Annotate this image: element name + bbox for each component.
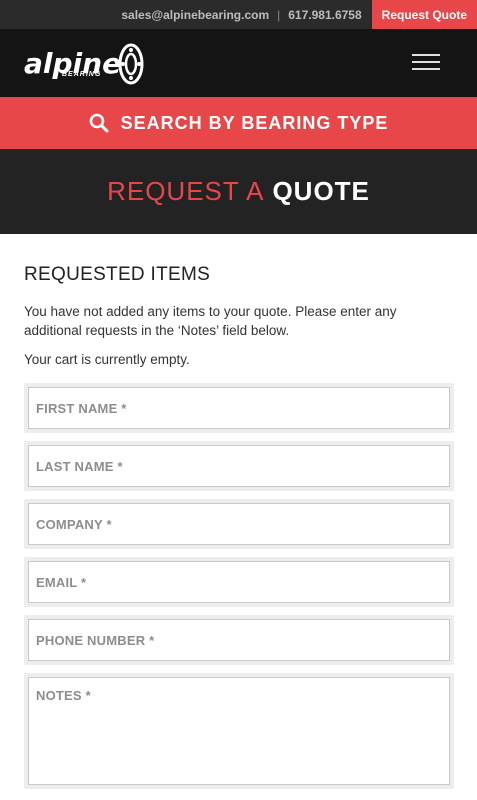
contact-separator: | (277, 7, 281, 22)
hamburger-menu-icon[interactable] (412, 54, 440, 72)
last-name-input[interactable]: LAST NAME * (28, 445, 450, 487)
company-field-wrap: COMPANY * (24, 499, 454, 549)
logo-subtitle: BEARING (62, 71, 102, 78)
page-title-band: REQUEST A QUOTE (0, 149, 477, 234)
search-icon (89, 113, 109, 133)
hamburger-line (412, 68, 440, 70)
email-field-wrap: EMAIL * (24, 557, 454, 607)
phone-link[interactable]: 617.981.6758 (288, 8, 361, 22)
company-placeholder: COMPANY * (36, 516, 112, 532)
request-quote-button[interactable]: Request Quote (371, 0, 477, 29)
notes-textarea[interactable]: NOTES * (28, 677, 450, 785)
notes-field-wrap: NOTES * (24, 673, 454, 789)
last-name-placeholder: LAST NAME * (36, 458, 123, 474)
hamburger-line (412, 54, 440, 56)
empty-quote-notice: You have not added any items to your quo… (24, 304, 397, 338)
main-content: REQUESTED ITEMS You have not added any i… (24, 234, 454, 789)
site-header: alpine BEARING (0, 29, 477, 97)
last-name-field-wrap: LAST NAME * (24, 441, 454, 491)
email-input[interactable]: EMAIL * (28, 561, 450, 603)
email-placeholder: EMAIL * (36, 574, 87, 590)
first-name-input[interactable]: FIRST NAME * (28, 387, 450, 429)
requested-items-heading: REQUESTED ITEMS (24, 264, 211, 285)
search-banner-label: SEARCH BY BEARING TYPE (120, 112, 389, 133)
bearing-icon (118, 43, 144, 85)
top-utility-bar: sales@alpinebearing.com | 617.981.6758 R… (0, 0, 477, 29)
phone-field-wrap: PHONE NUMBER * (24, 615, 454, 665)
email-link[interactable]: sales@alpinebearing.com (121, 8, 269, 22)
alpine-bearing-logo[interactable]: alpine BEARING (24, 41, 144, 87)
cart-status: Your cart is currently empty. (24, 352, 190, 367)
first-name-field-wrap: FIRST NAME * (24, 383, 454, 433)
search-by-bearing-type-button[interactable]: SEARCH BY BEARING TYPE (0, 97, 477, 149)
hamburger-line (412, 61, 440, 63)
notes-placeholder: NOTES * (36, 688, 91, 703)
page-title-prefix: REQUEST A (107, 176, 265, 206)
company-input[interactable]: COMPANY * (28, 503, 450, 545)
phone-number-placeholder: PHONE NUMBER * (36, 632, 155, 648)
first-name-placeholder: FIRST NAME * (36, 400, 127, 416)
phone-number-input[interactable]: PHONE NUMBER * (28, 619, 450, 661)
page-title-emphasis: QUOTE (272, 176, 370, 206)
